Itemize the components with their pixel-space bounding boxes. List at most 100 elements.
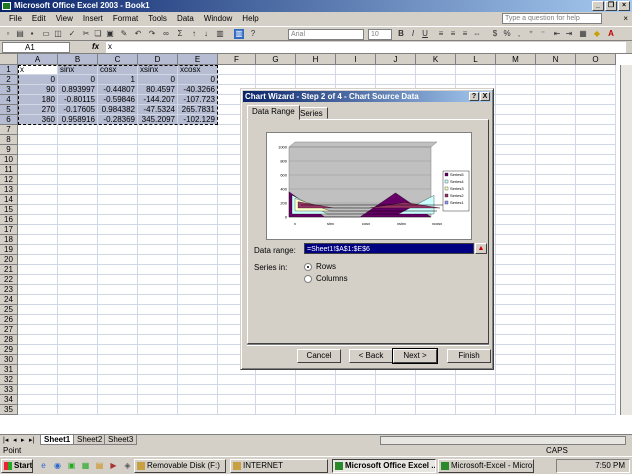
cell-m23[interactable] — [496, 285, 536, 295]
cell-o20[interactable] — [576, 255, 616, 265]
cell-o13[interactable] — [576, 185, 616, 195]
row-header-35[interactable]: 35 — [0, 405, 18, 415]
sheet-tab-sheet1[interactable]: Sheet1 — [40, 435, 75, 445]
cell-d12[interactable] — [138, 175, 178, 185]
cell-o28[interactable] — [576, 335, 616, 345]
cell-c1[interactable]: cosx — [98, 65, 138, 75]
cell-a4[interactable]: 180 — [18, 95, 58, 105]
cell-c14[interactable] — [98, 195, 138, 205]
cell-b22[interactable] — [58, 275, 98, 285]
cell-d24[interactable] — [138, 295, 178, 305]
cell-o33[interactable] — [576, 385, 616, 395]
cell-o10[interactable] — [576, 155, 616, 165]
cell-c7[interactable] — [98, 125, 138, 135]
row-header-33[interactable]: 33 — [0, 385, 18, 395]
cell-n13[interactable] — [536, 185, 576, 195]
comma-icon[interactable]: , — [514, 29, 524, 39]
cell-e8[interactable] — [178, 135, 218, 145]
cell-g32[interactable] — [256, 375, 296, 385]
cell-n19[interactable] — [536, 245, 576, 255]
dialog-help-button[interactable]: ? — [469, 92, 479, 101]
cell-c15[interactable] — [98, 205, 138, 215]
column-header-b[interactable]: B — [58, 54, 98, 65]
cell-b30[interactable] — [58, 355, 98, 365]
menu-file[interactable]: File — [4, 12, 27, 26]
increase-decimal-icon[interactable]: ⁺ — [526, 29, 536, 39]
row-header-18[interactable]: 18 — [0, 235, 18, 245]
chart-wizard-icon[interactable]: ▥ — [215, 29, 225, 39]
cell-b24[interactable] — [58, 295, 98, 305]
cell-o24[interactable] — [576, 295, 616, 305]
cell-c4[interactable]: -0.59846 — [98, 95, 138, 105]
cell-b5[interactable]: -0.17605 — [58, 105, 98, 115]
cell-b2[interactable]: 0 — [58, 75, 98, 85]
new-icon[interactable]: ▫ — [3, 29, 13, 39]
media-quicklaunch-icon[interactable]: ▶ — [108, 460, 119, 471]
cell-n9[interactable] — [536, 145, 576, 155]
row-header-34[interactable]: 34 — [0, 395, 18, 405]
cell-n6[interactable] — [536, 115, 576, 125]
cell-a22[interactable] — [18, 275, 58, 285]
cell-e20[interactable] — [178, 255, 218, 265]
cell-c21[interactable] — [98, 265, 138, 275]
column-header-n[interactable]: N — [536, 54, 576, 65]
outlook-quicklaunch-icon[interactable]: ◉ — [52, 460, 63, 471]
cell-a26[interactable] — [18, 315, 58, 325]
spelling-icon[interactable]: ✓ — [67, 29, 77, 39]
cell-g2[interactable] — [256, 75, 296, 85]
cell-m35[interactable] — [496, 405, 536, 415]
cell-o16[interactable] — [576, 215, 616, 225]
cell-a14[interactable] — [18, 195, 58, 205]
cell-e21[interactable] — [178, 265, 218, 275]
taskbar-removable-disk[interactable]: Removable Disk (F:) — [134, 459, 226, 473]
cell-a9[interactable] — [18, 145, 58, 155]
cell-n34[interactable] — [536, 395, 576, 405]
cell-e28[interactable] — [178, 335, 218, 345]
row-header-16[interactable]: 16 — [0, 215, 18, 225]
cell-n33[interactable] — [536, 385, 576, 395]
cell-a5[interactable]: 270 — [18, 105, 58, 115]
cell-b13[interactable] — [58, 185, 98, 195]
print-icon[interactable]: ▭ — [41, 29, 51, 39]
cell-a30[interactable] — [18, 355, 58, 365]
cell-m16[interactable] — [496, 215, 536, 225]
cell-a23[interactable] — [18, 285, 58, 295]
menu-format[interactable]: Format — [108, 12, 143, 26]
cell-g34[interactable] — [256, 395, 296, 405]
cell-n18[interactable] — [536, 235, 576, 245]
cell-c19[interactable] — [98, 245, 138, 255]
cell-e27[interactable] — [178, 325, 218, 335]
font-name-box[interactable]: Arial — [288, 29, 364, 40]
cell-e16[interactable] — [178, 215, 218, 225]
row-header-30[interactable]: 30 — [0, 355, 18, 365]
format-painter-icon[interactable]: ✎ — [119, 29, 129, 39]
data-range-input[interactable]: =Sheet1!$A$1:$E$6 — [304, 243, 474, 254]
cell-e34[interactable] — [178, 395, 218, 405]
row-header-15[interactable]: 15 — [0, 205, 18, 215]
taskbar-excel-book1[interactable]: Microsoft Office Excel ... — [332, 459, 436, 473]
cell-m13[interactable] — [496, 185, 536, 195]
cell-k33[interactable] — [416, 385, 456, 395]
cell-f1[interactable] — [218, 65, 256, 75]
cell-b35[interactable] — [58, 405, 98, 415]
cell-d20[interactable] — [138, 255, 178, 265]
sort-descending-icon[interactable]: ↓ — [201, 29, 211, 39]
cell-m5[interactable] — [496, 105, 536, 115]
cell-n28[interactable] — [536, 335, 576, 345]
cell-l32[interactable] — [456, 375, 496, 385]
bold-icon[interactable]: B — [396, 29, 406, 39]
cell-d32[interactable] — [138, 375, 178, 385]
cell-d25[interactable] — [138, 305, 178, 315]
cell-e6[interactable]: -102.129 — [178, 115, 218, 125]
copy-icon[interactable]: ❏ — [93, 29, 103, 39]
cell-a11[interactable] — [18, 165, 58, 175]
cell-e9[interactable] — [178, 145, 218, 155]
cell-n20[interactable] — [536, 255, 576, 265]
taskbar-excel-other[interactable]: Microsoft-Excel - Microso... — [438, 459, 534, 473]
workbook-close-icon[interactable]: × — [623, 14, 628, 23]
cell-h1[interactable] — [296, 65, 336, 75]
cut-icon[interactable]: ✂ — [81, 29, 91, 39]
cell-o29[interactable] — [576, 345, 616, 355]
row-header-29[interactable]: 29 — [0, 345, 18, 355]
cell-o19[interactable] — [576, 245, 616, 255]
